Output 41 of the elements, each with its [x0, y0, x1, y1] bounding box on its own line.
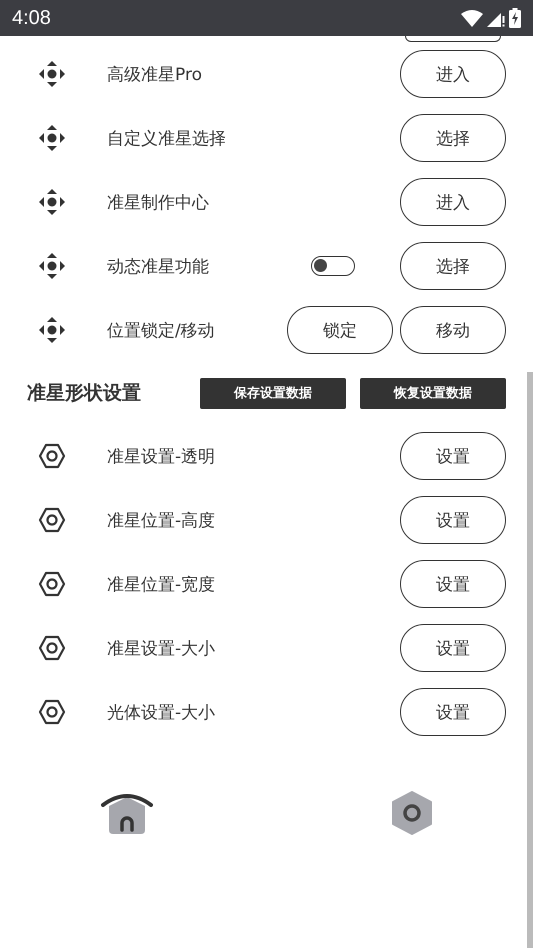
row-label: 位置锁定/移动 [107, 320, 216, 342]
toggle-switch[interactable] [311, 256, 355, 276]
button-edge[interactable] [405, 36, 501, 42]
row-label: 准星位置-高度 [107, 510, 216, 532]
row-label: 准星位置-宽度 [107, 574, 216, 596]
status-time: 4:08 [12, 6, 51, 30]
action-button[interactable]: 设置 [400, 560, 506, 608]
scrollbar[interactable] [527, 372, 533, 948]
battery-charging-icon [509, 8, 521, 28]
row-label: 准星设置-透明 [107, 446, 216, 468]
row-label: 准星设置-大小 [107, 638, 216, 660]
row-label: 准星制作中心 [107, 192, 210, 214]
action-button[interactable]: 锁定 [287, 306, 393, 354]
move-icon [37, 315, 67, 345]
hexagon-nut-icon [38, 571, 66, 597]
move-icon [37, 251, 67, 281]
move-icon [37, 59, 67, 89]
hexagon-nut-icon [38, 443, 66, 469]
move-icon [37, 187, 67, 217]
action-button[interactable]: 设置 [400, 496, 506, 544]
action-button[interactable]: 设置 [400, 432, 506, 480]
settings-icon[interactable] [391, 790, 433, 836]
action-button[interactable]: 进入 [400, 178, 506, 226]
row-label: 高级准星Pro [107, 64, 203, 86]
action-button[interactable]: 移动 [400, 306, 506, 354]
hexagon-nut-icon [38, 699, 66, 725]
row-label: 动态准星功能 [107, 256, 210, 278]
action-button[interactable]: 进入 [400, 50, 506, 98]
data-button[interactable]: 恢复设置数据 [360, 378, 506, 408]
hexagon-nut-icon [38, 507, 66, 533]
wifi-icon [461, 10, 483, 26]
section-title: 准星形状设置 [27, 381, 142, 406]
action-button[interactable]: 选择 [400, 242, 506, 290]
action-button[interactable]: 设置 [400, 624, 506, 672]
row-label: 光体设置-大小 [107, 702, 216, 724]
row-label: 自定义准星选择 [107, 128, 227, 150]
data-button[interactable]: 保存设置数据 [200, 378, 346, 408]
move-icon [37, 123, 67, 153]
action-button[interactable]: 设置 [400, 688, 506, 736]
action-button[interactable]: 选择 [400, 114, 506, 162]
hexagon-nut-icon [38, 635, 66, 661]
